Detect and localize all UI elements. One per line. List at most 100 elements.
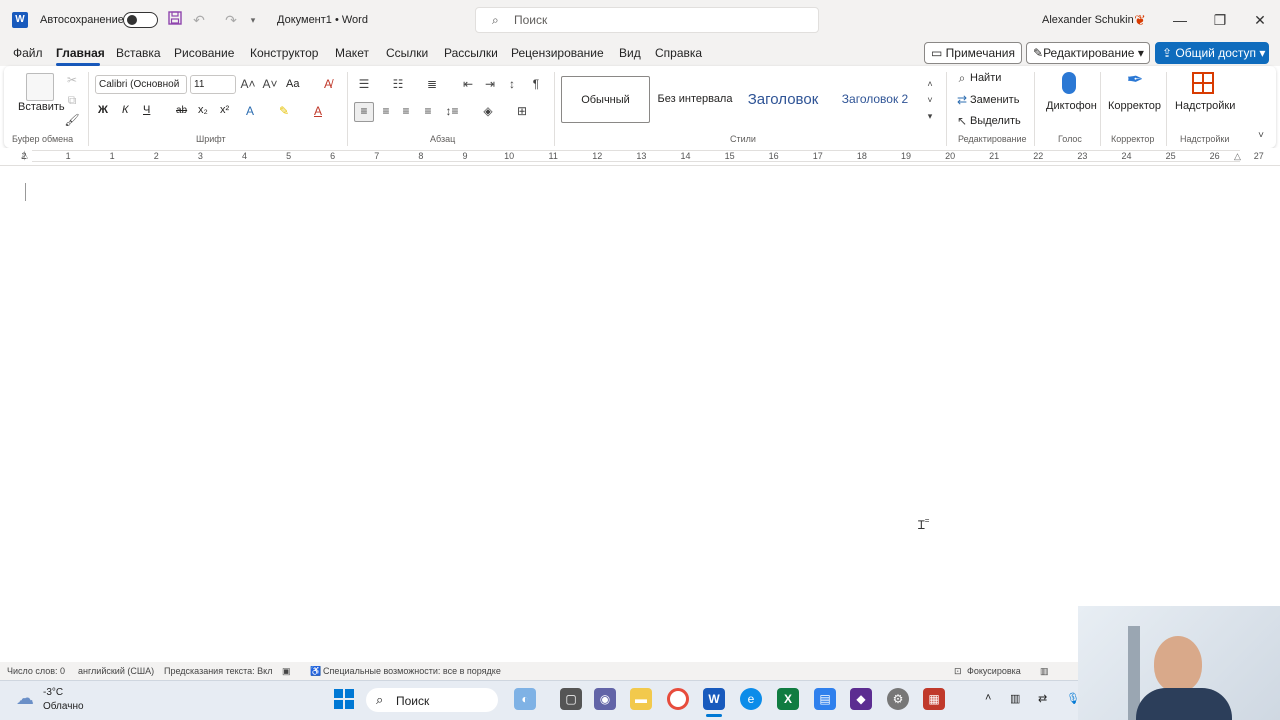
start-windows-icon[interactable] — [334, 689, 354, 709]
font-color-icon[interactable]: A — [310, 103, 326, 119]
close-icon[interactable]: ✕ — [1248, 8, 1272, 32]
style-normal[interactable]: Обычный — [561, 76, 650, 123]
font-name-select[interactable]: Calibri (Основной — [95, 75, 187, 94]
editor-button[interactable]: Корректор — [1108, 100, 1161, 112]
bold-button[interactable]: Ж — [98, 104, 108, 116]
select-button[interactable]: Выделить — [970, 115, 1021, 127]
underline-button[interactable]: Ч — [143, 104, 150, 116]
edge-icon[interactable]: e — [740, 688, 762, 710]
microphone-icon[interactable] — [1062, 72, 1076, 94]
paste-button[interactable]: Вставить — [18, 101, 65, 113]
macro-icon[interactable]: ▣ — [282, 666, 291, 677]
editing-mode-button[interactable]: ✎Редактирование ▾ — [1026, 42, 1150, 64]
grow-font-icon[interactable]: A˄ — [240, 76, 256, 92]
tab-home[interactable]: Главная — [56, 46, 105, 60]
multilevel-list-icon[interactable]: ≣ — [424, 76, 440, 92]
excel-icon[interactable]: X — [777, 688, 799, 710]
addins-grid-icon[interactable] — [1192, 72, 1214, 94]
minimize-icon[interactable]: — — [1168, 8, 1192, 32]
weather-desc[interactable]: Облачно — [43, 701, 84, 712]
subscript-button[interactable]: x₂ — [198, 104, 208, 116]
numbering-icon[interactable]: ☷ — [390, 76, 406, 92]
right-indent-marker-icon[interactable]: △ — [1234, 151, 1241, 162]
shading-icon[interactable]: ◈ — [480, 103, 496, 119]
align-left-icon[interactable]: ≡ — [354, 102, 374, 122]
app-icon[interactable]: ▦ — [923, 688, 945, 710]
teams-chat-icon[interactable]: ◉ — [594, 688, 616, 710]
search-box[interactable]: ⌕ Поиск — [475, 7, 819, 33]
text-predictions[interactable]: Предсказания текста: Вкл — [164, 666, 272, 676]
addins-button[interactable]: Надстройки — [1175, 100, 1235, 112]
sort-icon[interactable]: ↕ — [504, 76, 520, 92]
autosave-toggle[interactable] — [123, 12, 158, 28]
style-no-spacing[interactable]: Без интервала — [652, 76, 738, 123]
show-hidden-icons-icon[interactable]: ˄ — [985, 692, 991, 704]
line-spacing-icon[interactable]: ↕≡ — [444, 103, 460, 119]
save-icon[interactable] — [166, 11, 184, 29]
paste-icon[interactable] — [26, 73, 54, 101]
change-case-button[interactable]: Aa — [286, 78, 299, 90]
redo-icon[interactable]: ↷ — [222, 11, 240, 29]
cut-icon[interactable]: ✂ — [64, 72, 80, 88]
avatar-icon[interactable]: ❦ — [1132, 11, 1148, 29]
collapse-ribbon-icon[interactable]: ˅ — [1253, 128, 1269, 144]
find-button[interactable]: Найти — [970, 72, 1001, 84]
word-taskbar-icon[interactable]: W — [703, 688, 725, 710]
justify-icon[interactable]: ≡ — [420, 103, 436, 119]
dictate-button[interactable]: Диктофон — [1046, 100, 1097, 112]
document-canvas[interactable] — [0, 167, 1280, 662]
restore-icon[interactable]: ❐ — [1208, 8, 1232, 32]
tab-layout[interactable]: Макет — [335, 46, 369, 60]
align-right-icon[interactable]: ≡ — [398, 103, 414, 119]
settings-gear-icon[interactable]: ⚙ — [887, 688, 909, 710]
font-size-select[interactable]: 11 — [190, 75, 236, 94]
widgets-icon[interactable]: ◐ — [514, 688, 536, 710]
show-marks-icon[interactable]: ¶ — [528, 76, 544, 92]
tab-insert[interactable]: Вставка — [116, 46, 161, 60]
read-mode-icon[interactable]: ▥ — [1040, 666, 1049, 677]
decrease-indent-icon[interactable]: ⇤ — [460, 76, 476, 92]
tab-draw[interactable]: Рисование — [174, 46, 234, 60]
text-effects-icon[interactable]: A — [242, 103, 258, 119]
shrink-font-icon[interactable]: A˅ — [262, 76, 278, 92]
tab-file[interactable]: Файл — [13, 46, 43, 60]
replace-button[interactable]: Заменить — [970, 94, 1019, 106]
tab-references[interactable]: Ссылки — [386, 46, 428, 60]
tab-help[interactable]: Справка — [655, 46, 702, 60]
tab-view[interactable]: Вид — [619, 46, 641, 60]
styles-scroll-up-icon[interactable]: ˄ — [922, 76, 938, 92]
clear-formatting-icon[interactable]: A̸ — [320, 76, 336, 92]
strikethrough-button[interactable]: ab — [176, 105, 187, 116]
format-painter-icon[interactable]: 🖌 — [64, 112, 80, 128]
tray-sync-icon[interactable]: ⇄ — [1038, 692, 1047, 705]
tab-design[interactable]: Конструктор — [250, 46, 318, 60]
align-center-icon[interactable]: ≡ — [378, 103, 394, 119]
styles-more-icon[interactable]: ▾ — [922, 108, 938, 124]
weather-cloud-icon[interactable]: ☁ — [16, 688, 34, 709]
increase-indent-icon[interactable]: ⇥ — [482, 76, 498, 92]
style-heading-1[interactable]: Заголовок — [740, 76, 826, 123]
styles-scroll-down-icon[interactable]: ˅ — [922, 92, 938, 108]
visual-studio-icon[interactable]: ◆ — [850, 688, 872, 710]
tab-mailings[interactable]: Рассылки — [444, 46, 498, 60]
style-heading-2[interactable]: Заголовок 2 — [832, 76, 918, 123]
italic-button[interactable]: К — [122, 104, 128, 116]
editor-pen-icon[interactable]: ✒ — [1124, 70, 1146, 94]
accessibility-status[interactable]: Специальные возможности: все в порядке — [323, 666, 501, 676]
superscript-button[interactable]: x² — [220, 104, 229, 116]
task-view-icon[interactable]: ▢ — [560, 688, 582, 710]
notepad-icon[interactable]: ▤ — [814, 688, 836, 710]
tray-app-icon[interactable]: ▥ — [1010, 692, 1020, 705]
highlight-icon[interactable]: ✎ — [276, 103, 292, 119]
customize-icon[interactable]: ▾ — [244, 11, 262, 29]
weather-temp[interactable]: -3°C — [43, 687, 63, 698]
share-button[interactable]: ⇪ Общий доступ ▾ — [1155, 42, 1269, 64]
chrome-icon[interactable] — [667, 688, 689, 710]
language-indicator[interactable]: английский (США) — [78, 666, 154, 676]
bullets-icon[interactable]: ☰ — [356, 76, 372, 92]
borders-icon[interactable]: ⊞ — [514, 103, 530, 119]
word-count[interactable]: Число слов: 0 — [7, 666, 65, 676]
focus-button[interactable]: Фокусировка — [967, 666, 1021, 676]
taskbar-search[interactable]: ⌕ Поиск — [366, 688, 498, 712]
copy-icon[interactable]: ⧉ — [64, 92, 80, 108]
